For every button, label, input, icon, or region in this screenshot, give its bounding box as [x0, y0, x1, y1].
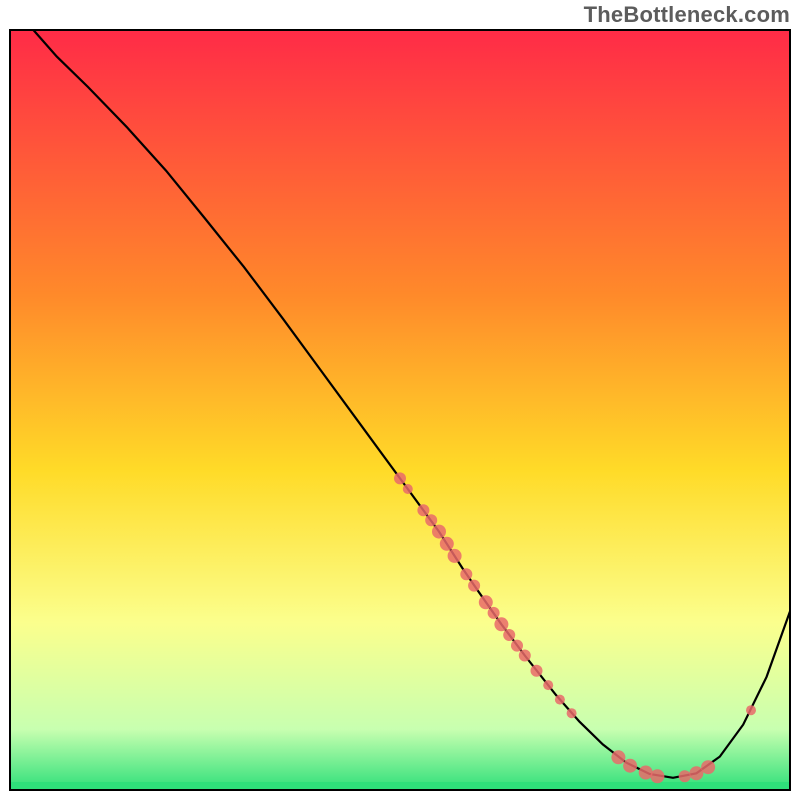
data-point	[468, 580, 480, 592]
data-point	[440, 537, 454, 551]
data-point	[479, 595, 493, 609]
data-point	[503, 629, 515, 641]
data-point	[543, 680, 553, 690]
data-point	[701, 760, 715, 774]
data-point	[460, 568, 472, 580]
chart-svg	[0, 0, 800, 800]
data-point	[494, 617, 508, 631]
data-point	[623, 759, 637, 773]
data-point	[488, 607, 500, 619]
data-point	[679, 770, 691, 782]
data-point	[511, 640, 523, 652]
plot-bottom-band	[10, 782, 790, 790]
data-point	[403, 484, 413, 494]
data-point	[448, 549, 462, 563]
data-point	[650, 769, 664, 783]
chart-container: TheBottleneck.com	[0, 0, 800, 800]
data-point	[519, 650, 531, 662]
plot-background	[10, 30, 790, 790]
data-point	[555, 695, 565, 705]
data-point	[394, 472, 406, 484]
data-point	[425, 514, 437, 526]
data-point	[432, 525, 446, 539]
data-point	[567, 708, 577, 718]
data-point	[417, 504, 429, 516]
data-point	[746, 705, 756, 715]
data-point	[531, 665, 543, 677]
data-point	[611, 750, 625, 764]
